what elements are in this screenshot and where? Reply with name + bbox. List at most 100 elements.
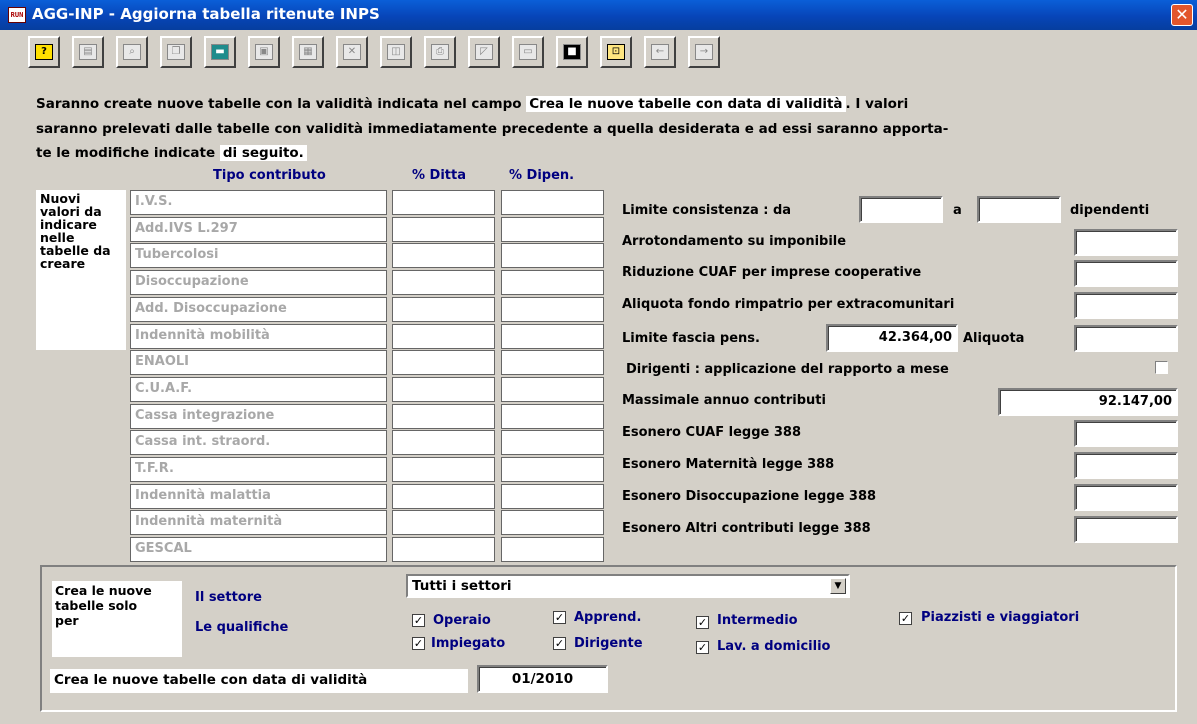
ditta-input[interactable] — [392, 270, 495, 295]
dipen-input[interactable] — [501, 484, 604, 509]
tipo-contributo-cell: I.V.S. — [130, 190, 387, 215]
header-dipen: % Dipen. — [509, 168, 575, 183]
form-button[interactable]: ▭ — [512, 36, 544, 68]
ditta-input[interactable] — [392, 537, 495, 562]
impiegato-checkbox[interactable]: ✓ — [412, 637, 425, 650]
intermedio-checkbox[interactable]: ✓ — [696, 616, 709, 629]
ditta-input[interactable] — [392, 457, 495, 482]
dipen-input[interactable] — [501, 377, 604, 402]
tipo-contributo-cell: Add.IVS L.297 — [130, 217, 387, 242]
close-button[interactable]: ✕ — [1171, 4, 1193, 26]
operaio-label: Operaio — [433, 613, 491, 628]
dipen-input[interactable] — [501, 270, 604, 295]
limite-fascia-input[interactable]: 42.364,00 — [826, 324, 958, 352]
calculator-button[interactable]: ▬ — [204, 36, 236, 68]
esonero-cuaf-input[interactable] — [1074, 420, 1178, 447]
massimale-input[interactable]: 92.147,00 — [998, 388, 1178, 416]
dipen-input[interactable] — [501, 430, 604, 455]
limite-da-input[interactable] — [859, 196, 943, 223]
crea-label: Crea le nuove tabelle solo per — [55, 583, 152, 628]
tipo-contributo-cell: Cassa integrazione — [130, 404, 387, 429]
copy-icon: ❐ — [167, 44, 185, 60]
preview-button[interactable]: ◫ — [380, 36, 412, 68]
description-highlight: di seguito. — [219, 145, 307, 161]
ditta-input[interactable] — [392, 190, 495, 215]
print-icon: ⎙ — [431, 44, 449, 60]
esonero-maternita-input[interactable] — [1074, 452, 1178, 479]
esonero-altri-label: Esonero Altri contributi legge 388 — [622, 521, 871, 536]
properties-button[interactable]: ▤ — [72, 36, 104, 68]
data-validita-input[interactable]: 01/2010 — [477, 665, 608, 693]
delete-button[interactable]: ✕ — [336, 36, 368, 68]
esonero-disoccupazione-input[interactable] — [1074, 484, 1178, 511]
limite-a-input[interactable] — [977, 196, 1061, 223]
arrow-right-icon: → — [695, 44, 713, 60]
ditta-input[interactable] — [392, 217, 495, 242]
impiegato-label: Impiegato — [431, 636, 506, 651]
paste-button[interactable]: ▣ — [248, 36, 280, 68]
aliquota-fondo-label: Aliquota fondo rimpatrio per extracomuni… — [622, 297, 955, 312]
esonero-altri-input[interactable] — [1074, 516, 1178, 543]
dirigenti-label: Dirigenti : applicazione del rapporto a … — [626, 362, 949, 377]
dipen-input[interactable] — [501, 324, 604, 349]
dipen-input[interactable] — [501, 457, 604, 482]
grid-button[interactable]: ▦ — [292, 36, 324, 68]
help-button[interactable]: ? — [28, 36, 60, 68]
app-icon: RUN — [8, 7, 26, 23]
aliquota-fondo-input[interactable] — [1074, 292, 1178, 319]
riduzione-cuaf-input[interactable] — [1074, 260, 1178, 287]
dirigenti-checkbox[interactable] — [1155, 361, 1168, 374]
ditta-input[interactable] — [392, 324, 495, 349]
tipo-contributo-cell: Add. Disoccupazione — [130, 297, 387, 322]
dipen-input[interactable] — [501, 350, 604, 375]
dipen-input[interactable] — [501, 537, 604, 562]
next-button[interactable]: → — [688, 36, 720, 68]
data-validita-label-box: Crea le nuove tabelle con data di validi… — [50, 669, 468, 693]
save-button[interactable]: ■ — [556, 36, 588, 68]
piazzisti-checkbox[interactable]: ✓ — [899, 612, 912, 625]
dipen-input[interactable] — [501, 297, 604, 322]
dirigente-checkbox[interactable]: ✓ — [553, 637, 566, 650]
chevron-down-icon[interactable]: ▼ — [830, 578, 846, 594]
calculator-icon: ▬ — [211, 44, 229, 60]
ditta-input[interactable] — [392, 297, 495, 322]
export-button[interactable]: ◸ — [468, 36, 500, 68]
lav-domicilio-checkbox[interactable]: ✓ — [696, 641, 709, 654]
dipen-input[interactable] — [501, 404, 604, 429]
exit-button[interactable]: ⊡ — [600, 36, 632, 68]
limite-fascia-label: Limite fascia pens. — [622, 331, 760, 346]
aliquota-label: Aliquota — [963, 331, 1025, 346]
side-label: Nuovi valori da indicare nelle tabelle d… — [40, 191, 111, 271]
aliquota-input[interactable] — [1074, 325, 1178, 352]
header-tipo-contributo: Tipo contributo — [213, 168, 326, 183]
dipen-input[interactable] — [501, 510, 604, 535]
ditta-input[interactable] — [392, 430, 495, 455]
lav-domicilio-label: Lav. a domicilio — [717, 639, 831, 654]
prev-button[interactable]: ← — [644, 36, 676, 68]
ditta-input[interactable] — [392, 510, 495, 535]
dipen-input[interactable] — [501, 217, 604, 242]
dipen-input[interactable] — [501, 190, 604, 215]
riduzione-cuaf-label: Riduzione CUAF per imprese cooperative — [622, 265, 922, 280]
esonero-maternita-label: Esonero Maternità legge 388 — [622, 457, 835, 472]
arrotondamento-input[interactable] — [1074, 229, 1178, 256]
qualifiche-label: Le qualifiche — [195, 620, 289, 635]
grid-icon: ▦ — [299, 44, 317, 60]
window: RUN AGG-INP - Aggiorna tabella ritenute … — [0, 0, 1197, 724]
ditta-input[interactable] — [392, 377, 495, 402]
apprend-checkbox[interactable]: ✓ — [553, 611, 566, 624]
search-button[interactable]: ⌕ — [116, 36, 148, 68]
dipen-input[interactable] — [501, 243, 604, 268]
massimale-label: Massimale annuo contributi — [622, 393, 826, 408]
a-label: a — [953, 203, 962, 218]
tipo-contributo-cell: C.U.A.F. — [130, 377, 387, 402]
settore-select[interactable]: Tutti i settori ▼ — [406, 574, 850, 598]
print-button[interactable]: ⎙ — [424, 36, 456, 68]
description-text: te le modifiche indicate — [36, 145, 216, 161]
operaio-checkbox[interactable]: ✓ — [412, 614, 425, 627]
copy-button[interactable]: ❐ — [160, 36, 192, 68]
ditta-input[interactable] — [392, 350, 495, 375]
ditta-input[interactable] — [392, 484, 495, 509]
ditta-input[interactable] — [392, 243, 495, 268]
ditta-input[interactable] — [392, 404, 495, 429]
